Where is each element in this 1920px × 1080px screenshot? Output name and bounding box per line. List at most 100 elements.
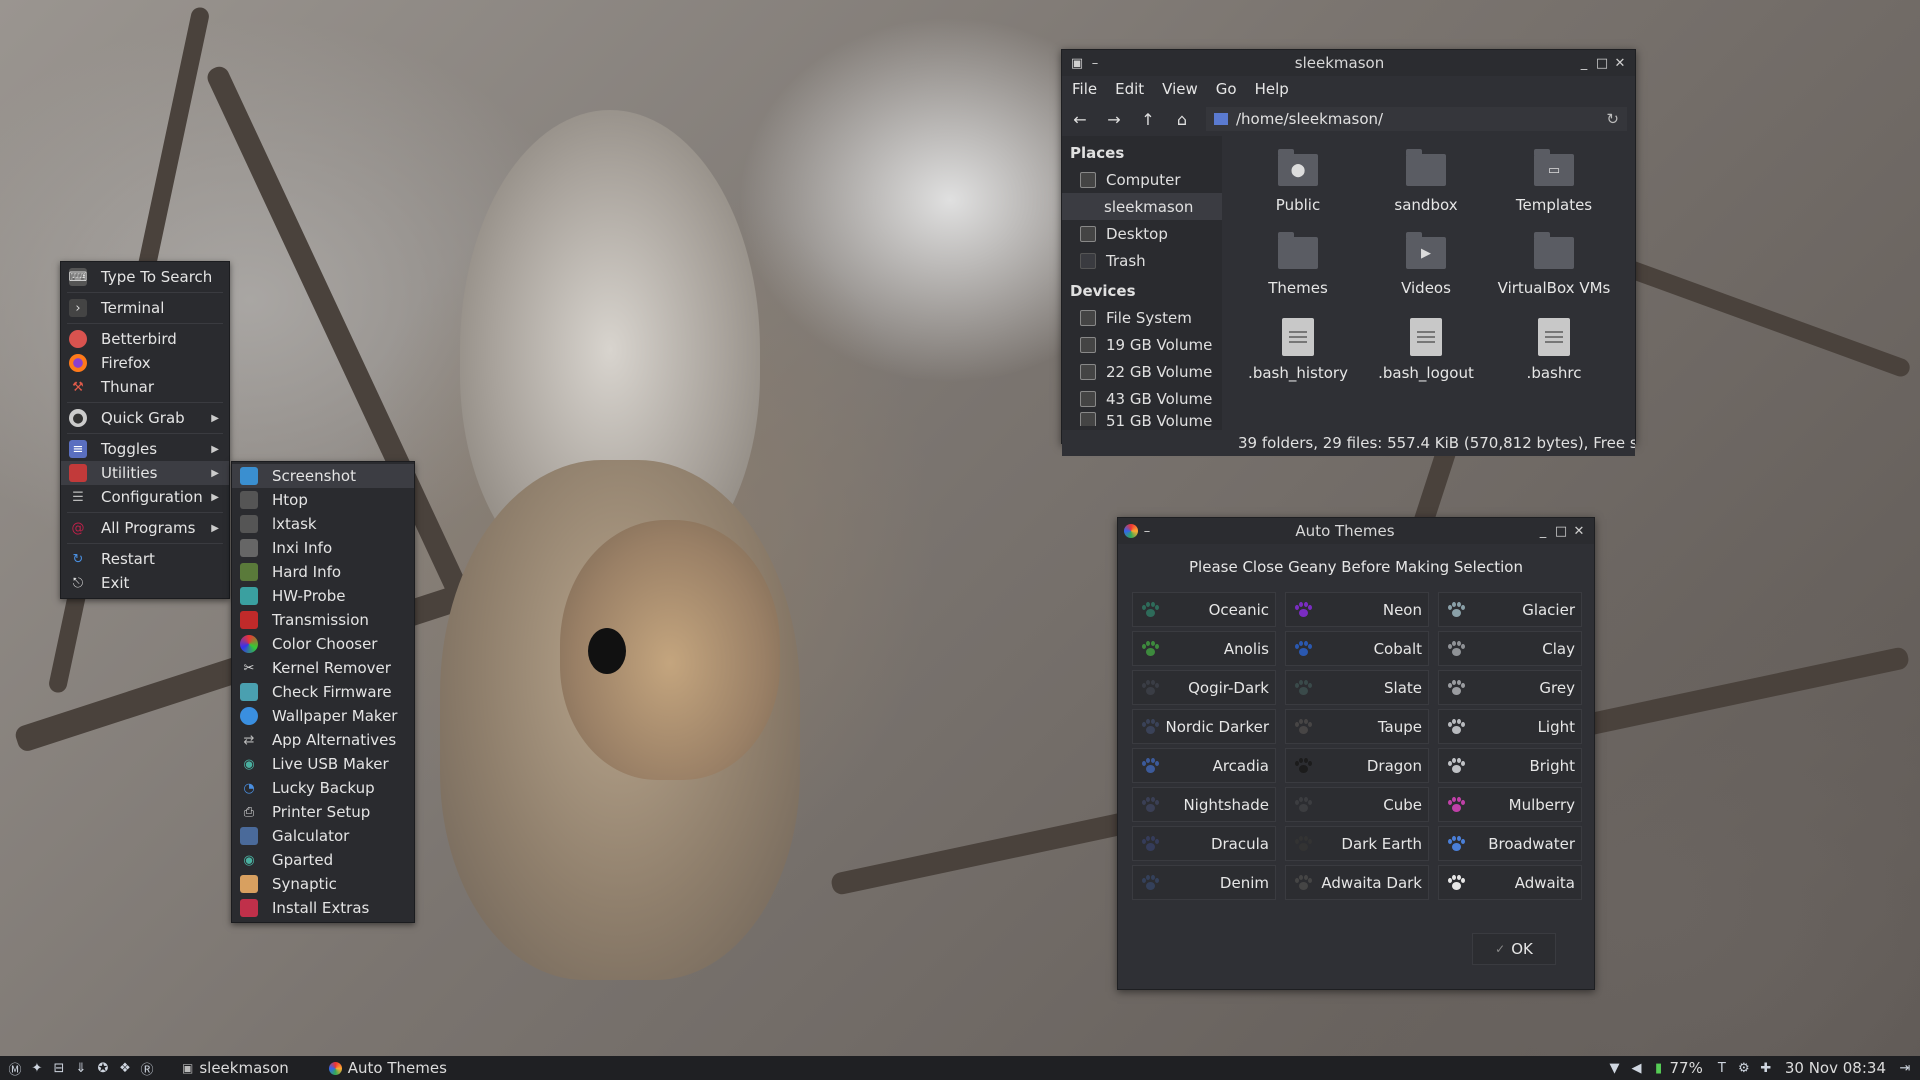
menu-view[interactable]: View xyxy=(1162,80,1198,98)
minimize-icon[interactable]: _ xyxy=(1534,524,1552,539)
place-home[interactable]: sleekmason xyxy=(1062,193,1222,220)
menu-item-kernel-remover[interactable]: ✂ Kernel Remover xyxy=(232,656,414,680)
menu-item-hard-info[interactable]: Hard Info xyxy=(232,560,414,584)
theme-button-light[interactable]: Light xyxy=(1438,709,1582,744)
reload-icon[interactable]: ↻ xyxy=(1606,110,1619,128)
maximize-icon[interactable]: □ xyxy=(1593,56,1611,71)
folder-public[interactable]: ⬤ Public xyxy=(1234,148,1362,231)
theme-button-mulberry[interactable]: Mulberry xyxy=(1438,787,1582,822)
settings-shortcut-icon[interactable]: ✦ xyxy=(26,1061,48,1076)
menu-item-wallpaper-maker[interactable]: Wallpaper Maker xyxy=(232,704,414,728)
menu-item-galculator[interactable]: Galculator xyxy=(232,824,414,848)
menu-go[interactable]: Go xyxy=(1216,80,1237,98)
menu-edit[interactable]: Edit xyxy=(1115,80,1144,98)
menu-item-configuration[interactable]: ☰ Configuration ▶ xyxy=(61,485,229,509)
logout-icon[interactable]: ⇥ xyxy=(1894,1061,1916,1076)
theme-button-anolis[interactable]: Anolis xyxy=(1132,631,1276,666)
menu-item-live-usb-maker[interactable]: ◉ Live USB Maker xyxy=(232,752,414,776)
gear-icon[interactable]: ⚙ xyxy=(1733,1061,1755,1076)
theme-button-dracula[interactable]: Dracula xyxy=(1132,826,1276,861)
theme-button-nightshade[interactable]: Nightshade xyxy=(1132,787,1276,822)
menu-file[interactable]: File xyxy=(1072,80,1097,98)
up-arrow-icon[interactable]: ↑ xyxy=(1138,110,1158,129)
window-menu-icon[interactable]: ▣ xyxy=(1068,56,1086,71)
shade-icon[interactable]: – xyxy=(1138,524,1156,539)
file-bash-logout[interactable]: .bash_logout xyxy=(1362,314,1490,397)
device-22gb[interactable]: 22 GB Volume xyxy=(1062,358,1222,385)
menu-item-type-to-search[interactable]: ⌨ Type To Search xyxy=(61,265,229,289)
menu-item-synaptic[interactable]: Synaptic xyxy=(232,872,414,896)
theme-button-adwaita-dark[interactable]: Adwaita Dark xyxy=(1285,865,1429,900)
auto-themes-app-icon[interactable] xyxy=(1124,524,1138,538)
minimize-icon[interactable]: _ xyxy=(1575,56,1593,71)
menu-item-toggles[interactable]: ≡ Toggles ▶ xyxy=(61,437,229,461)
menu-help[interactable]: Help xyxy=(1255,80,1289,98)
theme-button-slate[interactable]: Slate xyxy=(1285,670,1429,705)
battery-icon[interactable]: ▮ xyxy=(1648,1061,1670,1076)
theme-button-dark-earth[interactable]: Dark Earth xyxy=(1285,826,1429,861)
theme-button-glacier[interactable]: Glacier xyxy=(1438,592,1582,627)
menu-item-lxtask[interactable]: lxtask xyxy=(232,512,414,536)
ok-button[interactable]: ✓ OK xyxy=(1472,933,1556,965)
close-icon[interactable]: ✕ xyxy=(1611,56,1629,71)
back-arrow-icon[interactable]: ← xyxy=(1070,110,1090,129)
theme-button-dragon[interactable]: Dragon xyxy=(1285,748,1429,783)
theme-button-oceanic[interactable]: Oceanic xyxy=(1132,592,1276,627)
menu-item-install-extras[interactable]: Install Extras xyxy=(232,896,414,920)
menu-item-firefox[interactable]: Firefox xyxy=(61,351,229,375)
folder-templates[interactable]: ▭ Templates xyxy=(1490,148,1618,231)
menu-item-color-chooser[interactable]: Color Chooser xyxy=(232,632,414,656)
restart-shortcut-icon[interactable]: Ⓡ xyxy=(136,1059,158,1078)
theme-button-grey[interactable]: Grey xyxy=(1438,670,1582,705)
file-manager-titlebar[interactable]: ▣ – sleekmason _ □ ✕ xyxy=(1062,50,1635,76)
theme-button-denim[interactable]: Denim xyxy=(1132,865,1276,900)
menu-item-screenshot[interactable]: Screenshot xyxy=(232,464,414,488)
task-sleekmason[interactable]: ▣ sleekmason xyxy=(172,1059,299,1077)
maximize-icon[interactable]: □ xyxy=(1552,524,1570,539)
theme-button-cube[interactable]: Cube xyxy=(1285,787,1429,822)
folder-sandbox[interactable]: sandbox xyxy=(1362,148,1490,231)
updates-icon[interactable]: ✚ xyxy=(1755,1061,1777,1076)
file-bash-history[interactable]: .bash_history xyxy=(1234,314,1362,397)
menu-item-check-firmware[interactable]: Check Firmware xyxy=(232,680,414,704)
themes-shortcut-icon[interactable]: ❖ xyxy=(114,1061,136,1076)
device-file-system[interactable]: File System xyxy=(1062,304,1222,331)
menu-item-restart[interactable]: ↻ Restart xyxy=(61,547,229,571)
menu-item-all-programs[interactable]: @ All Programs ▶ xyxy=(61,516,229,540)
menu-item-printer-setup[interactable]: ⎙ Printer Setup xyxy=(232,800,414,824)
theme-button-bright[interactable]: Bright xyxy=(1438,748,1582,783)
main-menu-icon[interactable]: Ⓜ xyxy=(4,1059,26,1078)
menu-item-inxi-info[interactable]: Inxi Info xyxy=(232,536,414,560)
theme-button-broadwater[interactable]: Broadwater xyxy=(1438,826,1582,861)
place-desktop[interactable]: Desktop xyxy=(1062,220,1222,247)
file-bashrc[interactable]: .bashrc xyxy=(1490,314,1618,397)
clipboard-icon[interactable]: T xyxy=(1711,1061,1733,1076)
forward-arrow-icon[interactable]: → xyxy=(1104,110,1124,129)
theme-button-arcadia[interactable]: Arcadia xyxy=(1132,748,1276,783)
device-19gb[interactable]: 19 GB Volume xyxy=(1062,331,1222,358)
menu-item-quick-grab[interactable]: ● Quick Grab ▶ xyxy=(61,406,229,430)
menu-item-exit[interactable]: ⎋ Exit xyxy=(61,571,229,595)
menu-item-terminal[interactable]: › Terminal xyxy=(61,296,229,320)
device-43gb[interactable]: 43 GB Volume xyxy=(1062,385,1222,412)
task-auto-themes[interactable]: Auto Themes xyxy=(319,1059,457,1077)
menu-item-app-alternatives[interactable]: ⇄ App Alternatives xyxy=(232,728,414,752)
menu-item-lucky-backup[interactable]: ◔ Lucky Backup xyxy=(232,776,414,800)
menu-item-hw-probe[interactable]: HW-Probe xyxy=(232,584,414,608)
menu-item-htop[interactable]: Htop xyxy=(232,488,414,512)
theme-button-neon[interactable]: Neon xyxy=(1285,592,1429,627)
shade-icon[interactable]: – xyxy=(1086,56,1104,71)
menu-item-transmission[interactable]: Transmission xyxy=(232,608,414,632)
web-browser-icon[interactable]: ✪ xyxy=(92,1061,114,1076)
location-bar[interactable]: /home/sleekmason/ ↻ xyxy=(1206,107,1627,131)
device-51gb[interactable]: 51 GB Volume xyxy=(1062,412,1222,426)
folder-themes[interactable]: Themes xyxy=(1234,231,1362,314)
theme-button-cobalt[interactable]: Cobalt xyxy=(1285,631,1429,666)
wifi-icon[interactable]: ▼ xyxy=(1604,1061,1626,1076)
close-icon[interactable]: ✕ xyxy=(1570,524,1588,539)
theme-button-adwaita[interactable]: Adwaita xyxy=(1438,865,1582,900)
theme-button-clay[interactable]: Clay xyxy=(1438,631,1582,666)
download-icon[interactable]: ⇓ xyxy=(70,1061,92,1076)
menu-item-thunar[interactable]: ⚒ Thunar xyxy=(61,375,229,399)
folder-videos[interactable]: ▶ Videos xyxy=(1362,231,1490,314)
